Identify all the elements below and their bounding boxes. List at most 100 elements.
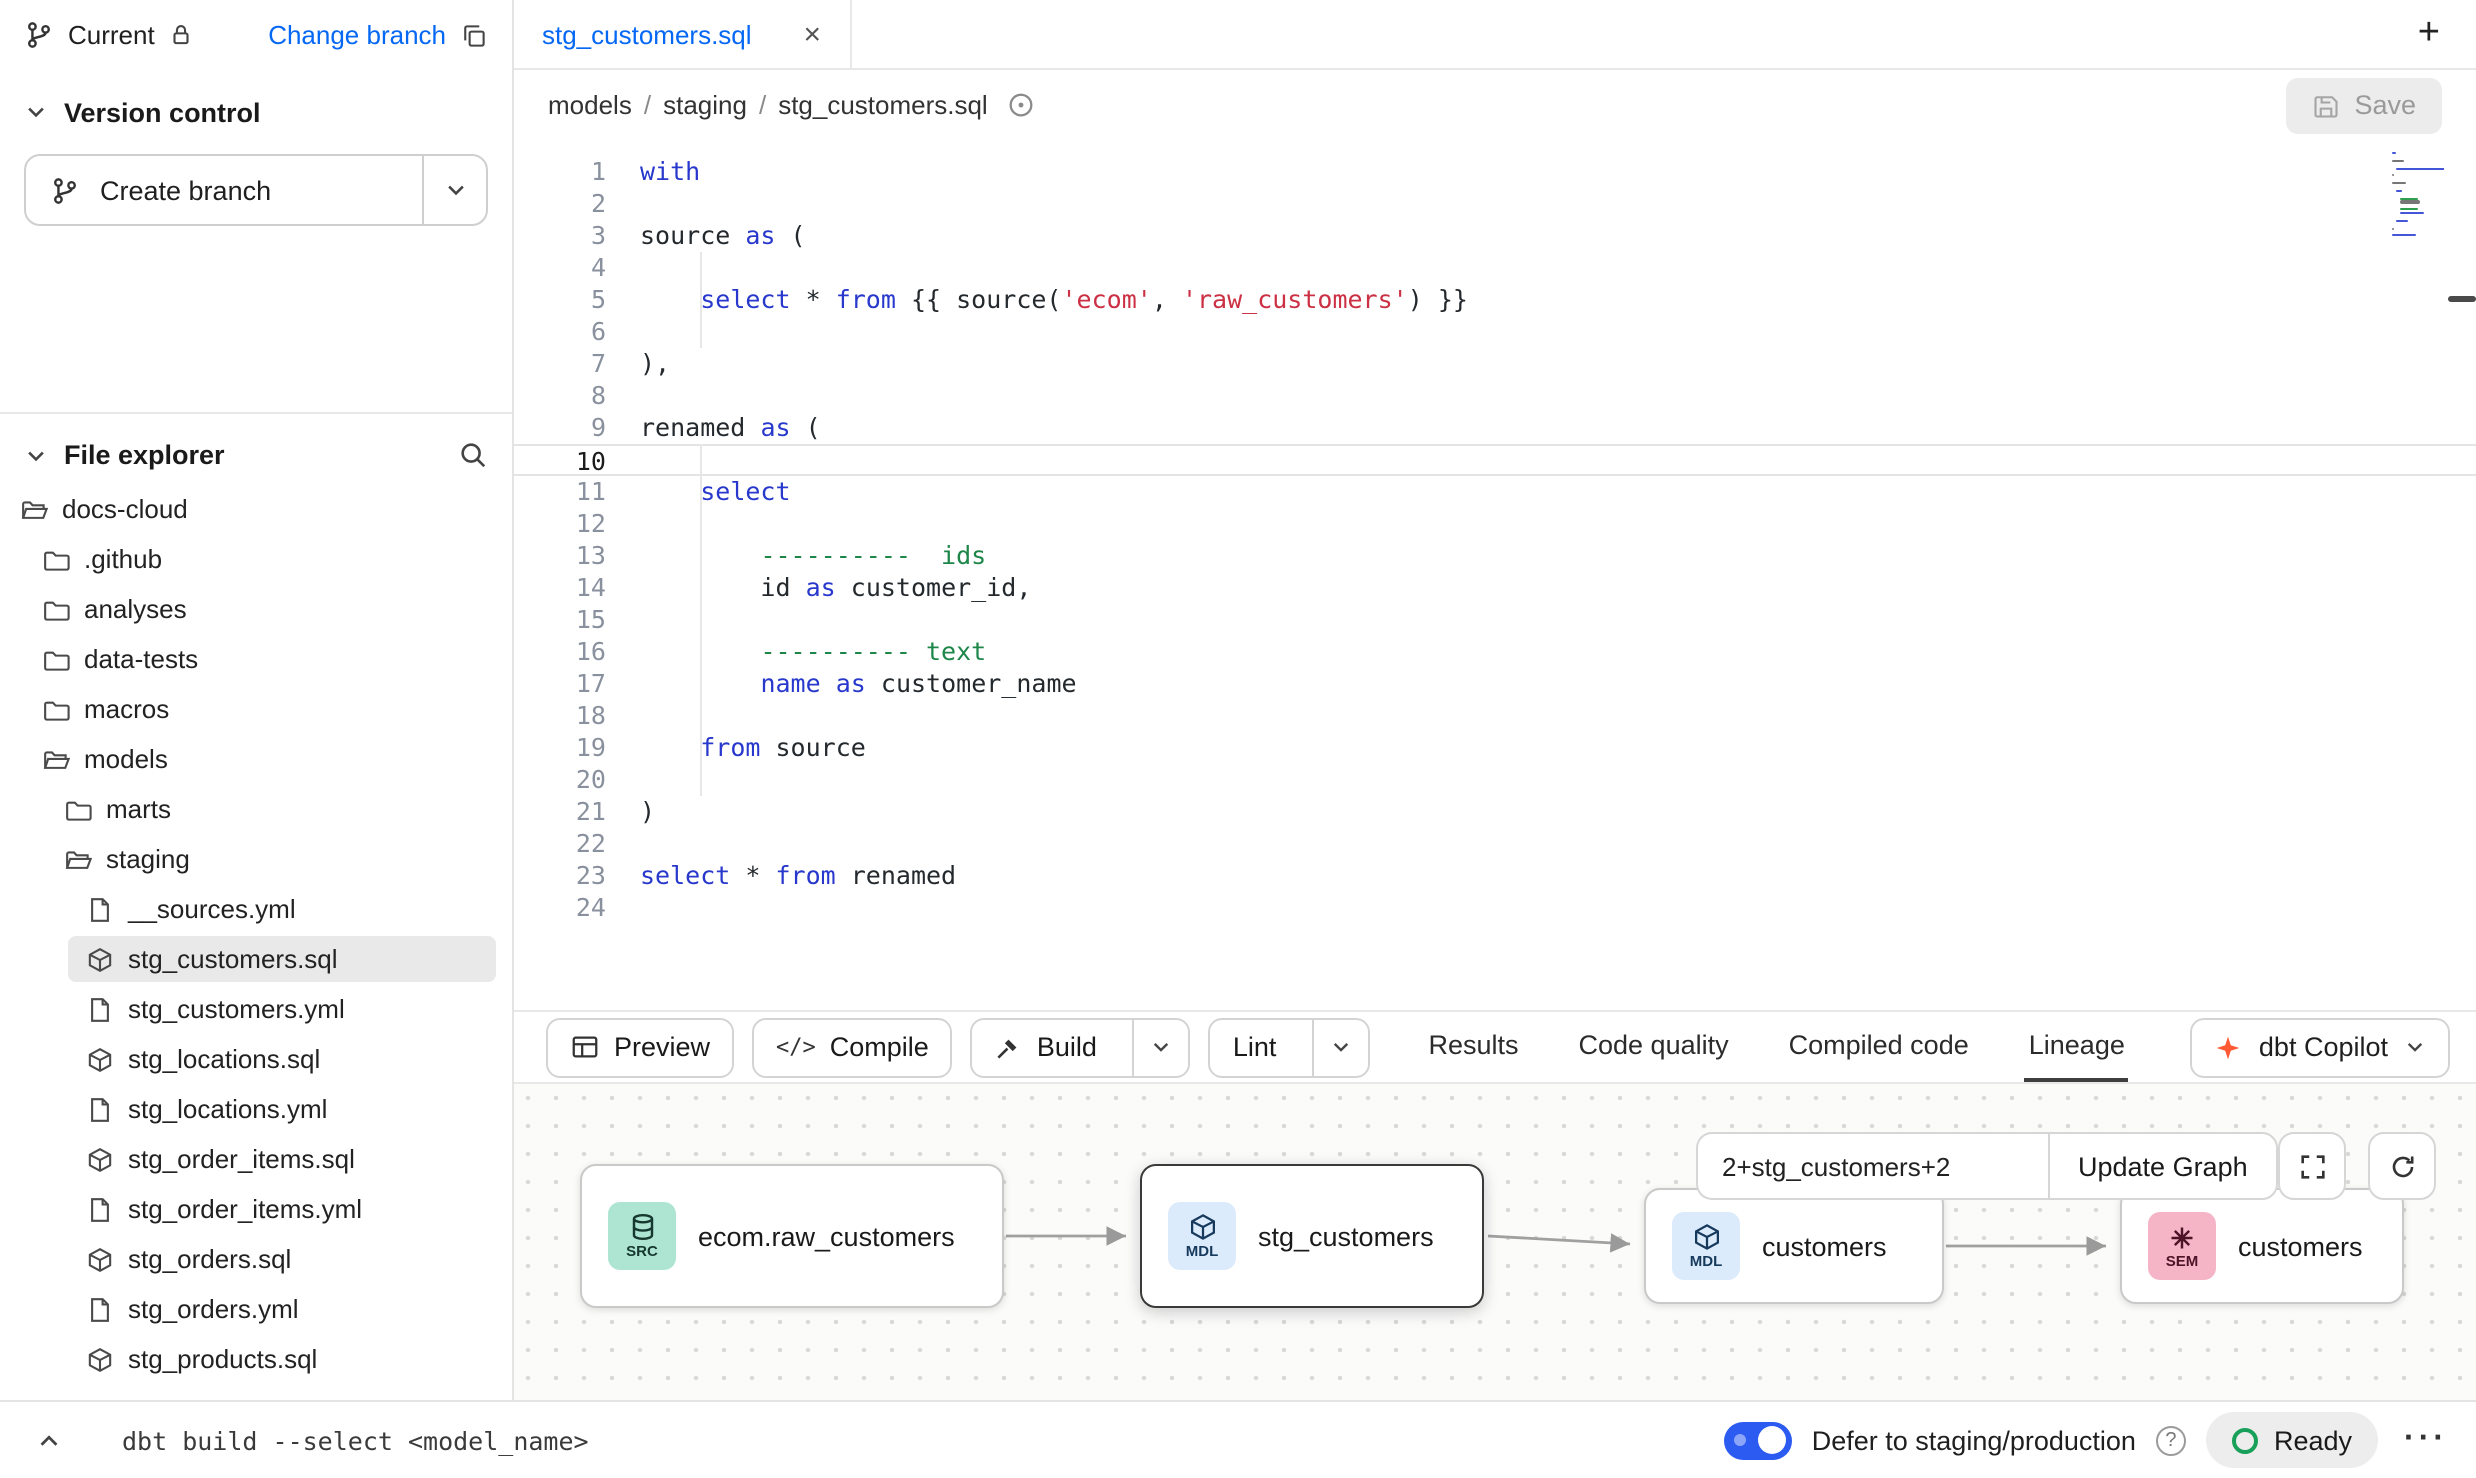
file-tree-item-data-tests[interactable]: data-tests [0, 634, 512, 684]
file-tree-item-stg-locations-sql[interactable]: stg_locations.sql [0, 1034, 512, 1084]
code-line-18[interactable]: 18 [514, 700, 2476, 732]
file-tree-item-stg-locations-yml[interactable]: stg_locations.yml [0, 1084, 512, 1134]
search-icon[interactable] [458, 440, 488, 470]
code-line-1[interactable]: 1with [514, 156, 2476, 188]
tab-compiled-code[interactable]: Compiled code [1785, 1012, 1973, 1082]
breadcrumb-models[interactable]: models [548, 90, 632, 120]
tab-code-quality[interactable]: Code quality [1575, 1012, 1733, 1082]
code-line-3[interactable]: 3source as ( [514, 220, 2476, 252]
create-branch-dropdown[interactable] [422, 156, 486, 224]
code-line-7[interactable]: 7), [514, 348, 2476, 380]
code-line-23[interactable]: 23select * from renamed [514, 860, 2476, 892]
file-tree-item-staging[interactable]: staging [0, 834, 512, 884]
update-graph-button[interactable]: Update Graph [2048, 1132, 2278, 1200]
help-icon[interactable]: ? [2156, 1425, 2186, 1455]
collapse-panel-button[interactable] [28, 1419, 70, 1461]
build-dropdown[interactable] [1133, 1019, 1189, 1075]
code-line-6[interactable]: 6 [514, 316, 2476, 348]
line-number: 20 [514, 764, 606, 796]
copy-icon[interactable] [460, 21, 488, 49]
create-branch-button[interactable]: Create branch [24, 154, 488, 226]
minimap-line [2392, 152, 2396, 154]
fullscreen-button[interactable] [2278, 1132, 2346, 1200]
file-tree-item-stg-products-sql[interactable]: stg_products.sql [0, 1334, 512, 1384]
breadcrumb-staging[interactable]: staging [663, 90, 747, 120]
change-branch-link[interactable]: Change branch [268, 20, 446, 50]
code-line-22[interactable]: 22 [514, 828, 2476, 860]
file-tree-item-stg-order-items-yml[interactable]: stg_order_items.yml [0, 1184, 512, 1234]
code-line-19[interactable]: 19 from source [514, 732, 2476, 764]
file-tree-item-stg-orders-sql[interactable]: stg_orders.sql [0, 1234, 512, 1284]
fullscreen-icon [2297, 1151, 2327, 1181]
tab-results[interactable]: Results [1424, 1012, 1522, 1082]
tab-lineage[interactable]: Lineage [2025, 1012, 2129, 1082]
file-tree-label: staging [106, 844, 190, 874]
code-line-11[interactable]: 11 select [514, 476, 2476, 508]
file-tree-item-sources-yml[interactable]: __sources.yml [0, 884, 512, 934]
dbt-copilot-button[interactable]: dbt Copilot [2191, 1017, 2450, 1077]
code-line-9[interactable]: 9renamed as ( [514, 412, 2476, 444]
save-button[interactable]: Save [2286, 77, 2442, 133]
lint-dropdown[interactable] [1312, 1019, 1368, 1075]
model-icon [86, 1245, 114, 1273]
code-line-24[interactable]: 24 [514, 892, 2476, 924]
minimap-line [2401, 201, 2421, 203]
minimap[interactable] [2392, 152, 2444, 242]
preview-button[interactable]: Preview [546, 1017, 734, 1077]
code-line-10[interactable]: 10 [514, 444, 2476, 476]
file-tree-item-stg-order-items-sql[interactable]: stg_order_items.sql [0, 1134, 512, 1184]
create-branch-main[interactable]: Create branch [26, 156, 422, 224]
file-tree-item-stg-customers-sql[interactable]: stg_customers.sql [0, 934, 512, 984]
file-status-icon[interactable] [1006, 90, 1036, 120]
file-tree-item-marts[interactable]: marts [0, 784, 512, 834]
code-line-20[interactable]: 20 [514, 764, 2476, 796]
file-tree-item-docs-cloud[interactable]: docs-cloud [0, 484, 512, 534]
file-tree-item-models[interactable]: models [0, 734, 512, 784]
defer-toggle[interactable] [1724, 1421, 1792, 1459]
code-line-5[interactable]: 5 select * from {{ source('ecom', 'raw_c… [514, 284, 2476, 316]
code-text [606, 446, 640, 474]
breadcrumb-stg-customers-sql[interactable]: stg_customers.sql [778, 90, 988, 120]
code-line-21[interactable]: 21) [514, 796, 2476, 828]
file-tree-item-stg-customers-yml[interactable]: stg_customers.yml [0, 984, 512, 1034]
code-line-4[interactable]: 4 [514, 252, 2476, 284]
node-label: customers [2238, 1231, 2363, 1261]
breadcrumb-separator: / [759, 90, 766, 120]
scrollbar-thumb[interactable] [2448, 296, 2476, 302]
code-line-16[interactable]: 16 ---------- text [514, 636, 2476, 668]
tab-stg-customers-sql[interactable]: stg_customers.sql × [514, 0, 851, 68]
lineage-selector-input[interactable] [1696, 1132, 2048, 1200]
build-main[interactable]: Build [973, 1019, 1119, 1075]
file-tree-item-stg-orders-yml[interactable]: stg_orders.yml [0, 1284, 512, 1334]
lineage-canvas[interactable]: SRCecom.raw_customers MDLstg_customers MDL… [514, 1084, 2476, 1400]
file-explorer-header[interactable]: File explorer [0, 412, 512, 480]
compile-button[interactable]: </> Compile [752, 1017, 953, 1077]
file-tree-item-analyses[interactable]: analyses [0, 584, 512, 634]
overflow-menu-button[interactable]: ··· [2404, 1422, 2448, 1458]
node-label: ecom.raw_customers [698, 1221, 955, 1251]
lineage-node-src-ecom-raw-customers[interactable]: SRCecom.raw_customers [580, 1164, 1004, 1308]
code-editor[interactable]: 1with23source as (45 select * from {{ so… [514, 140, 2476, 1010]
build-button[interactable]: Build [971, 1017, 1191, 1077]
refresh-button[interactable] [2368, 1132, 2436, 1200]
file-tree-item-github[interactable]: .github [0, 534, 512, 584]
lineage-node-mdl-stg-customers[interactable]: MDLstg_customers [1140, 1164, 1484, 1308]
close-tab-icon[interactable]: × [804, 19, 822, 49]
lineage-node-sem-customers[interactable]: SEMcustomers [2120, 1188, 2404, 1304]
code-line-13[interactable]: 13 ---------- ids [514, 540, 2476, 572]
version-control-header[interactable]: Version control [0, 82, 512, 142]
lint-button[interactable]: Lint [1209, 1017, 1371, 1077]
new-tab-button[interactable]: + [2382, 12, 2476, 56]
file-tree-label: docs-cloud [62, 494, 188, 524]
lint-main[interactable]: Lint [1211, 1019, 1299, 1075]
code-line-8[interactable]: 8 [514, 380, 2476, 412]
code-line-17[interactable]: 17 name as customer_name [514, 668, 2476, 700]
node-badge: MDL [1690, 1255, 1723, 1270]
ready-status-badge[interactable]: Ready [2206, 1412, 2378, 1468]
code-line-12[interactable]: 12 [514, 508, 2476, 540]
lineage-node-mdl-customers[interactable]: MDLcustomers [1644, 1188, 1944, 1304]
code-line-14[interactable]: 14 id as customer_id, [514, 572, 2476, 604]
code-line-2[interactable]: 2 [514, 188, 2476, 220]
file-tree-item-macros[interactable]: macros [0, 684, 512, 734]
code-line-15[interactable]: 15 [514, 604, 2476, 636]
